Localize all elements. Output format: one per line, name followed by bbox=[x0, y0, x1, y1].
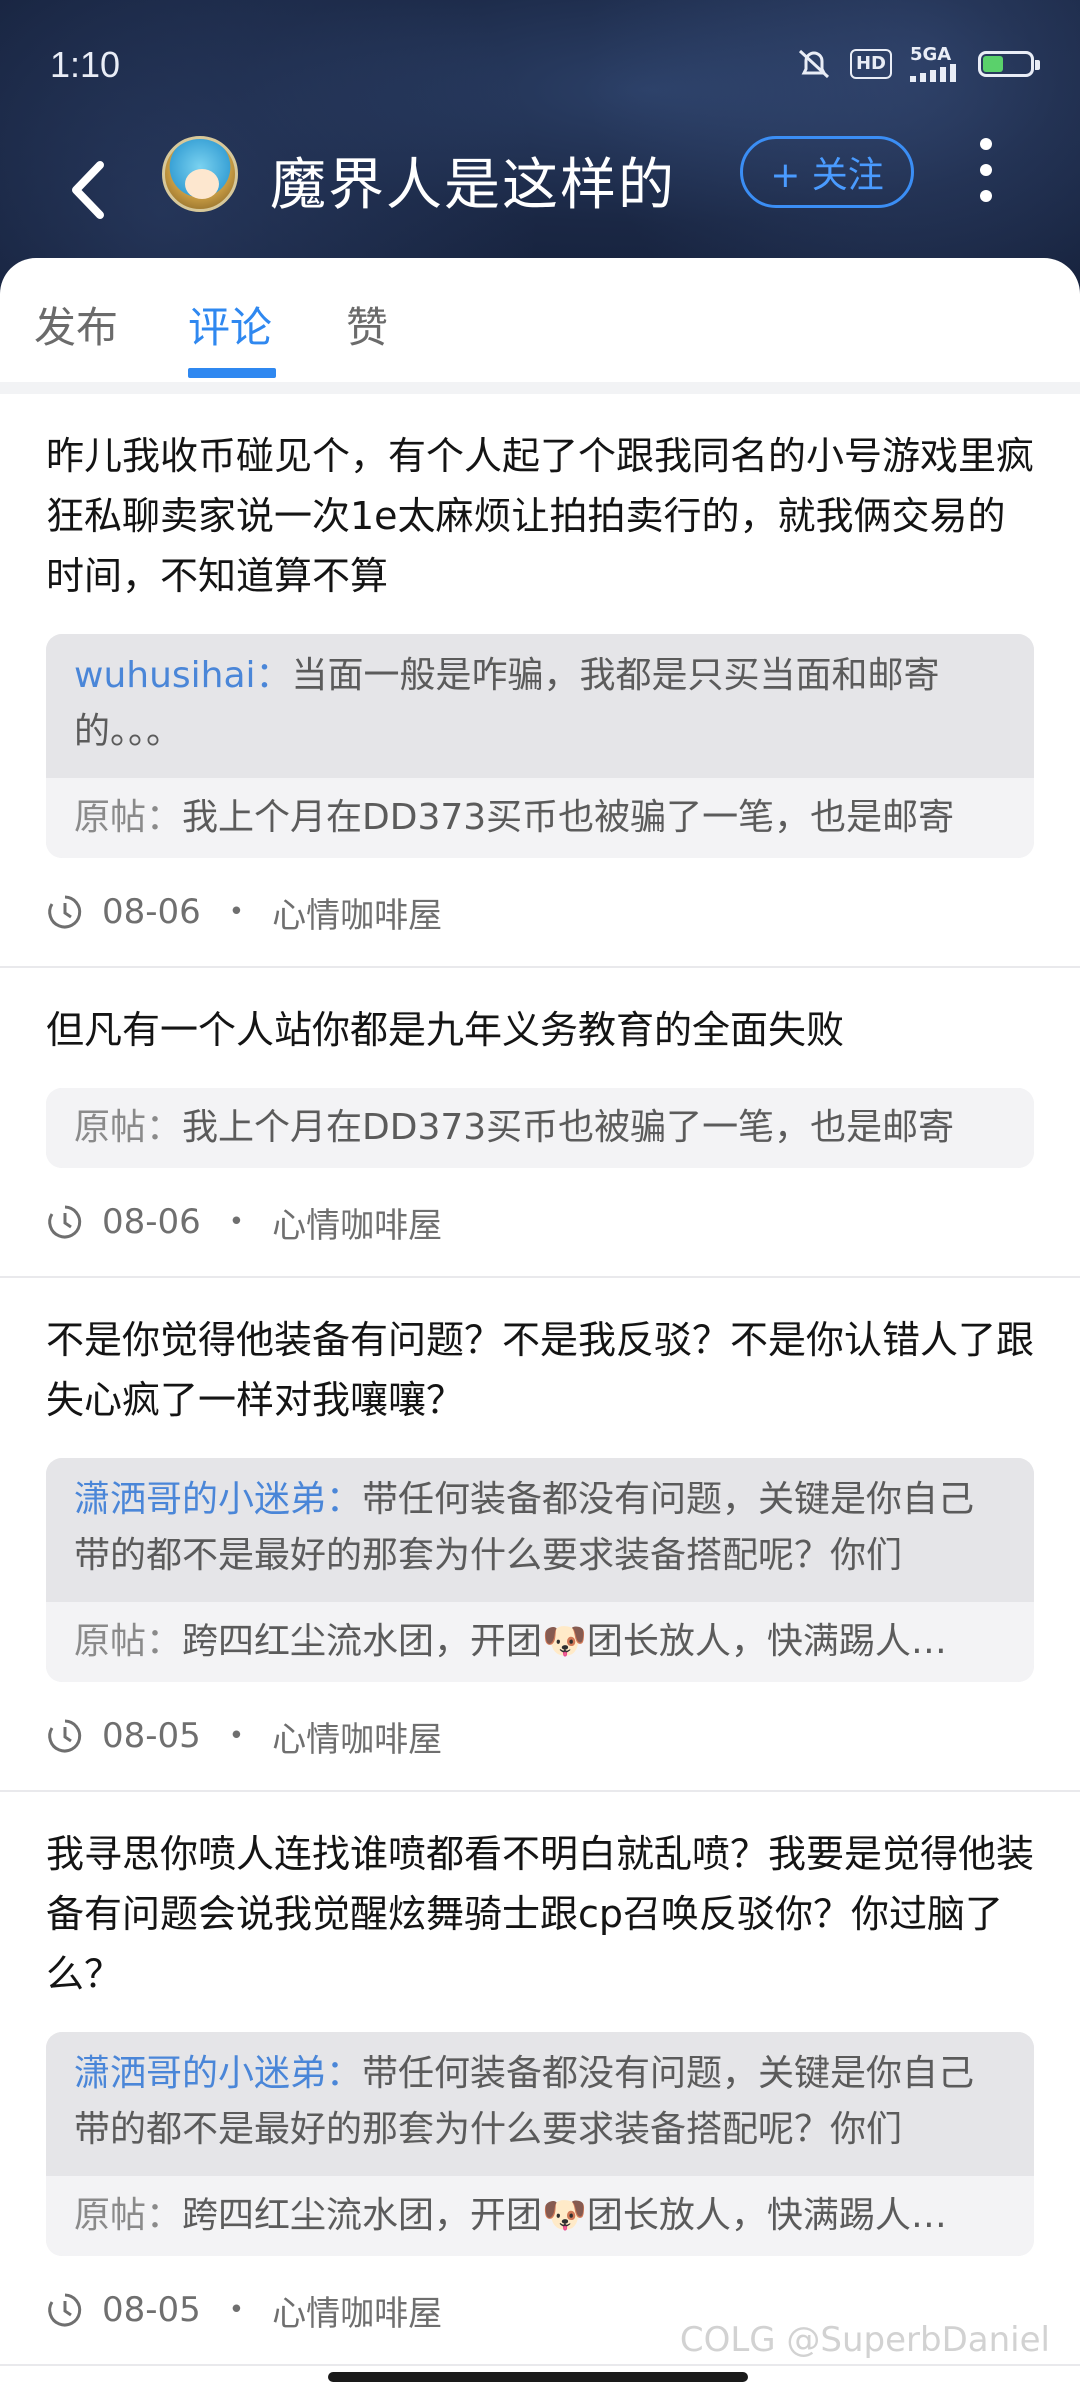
comment-text: 我寻思你喷人连找谁喷都看不明白就乱喷？我要是觉得他装备有问题会说我觉醒炫舞骑士跟… bbox=[46, 1832, 1035, 1996]
hd-badge: HD bbox=[849, 49, 892, 79]
comment-item[interactable]: 我寻思你喷人连找谁喷都看不明白就乱喷？我要是觉得他装备有问题会说我觉醒炫舞骑士跟… bbox=[0, 1792, 1080, 2366]
original-post-label: 原帖： bbox=[74, 1107, 183, 1148]
clock-icon bbox=[48, 1205, 82, 1239]
mute-icon bbox=[796, 47, 832, 81]
comment-date: 08-05 bbox=[102, 2290, 201, 2330]
quote-box[interactable]: 潇洒哥的小迷弟：带任何装备都没有问题，关键是你自己带的都不是最好的那套为什么要求… bbox=[46, 2032, 1034, 2256]
network-label: 5GA bbox=[910, 44, 952, 65]
original-post-text: 我上个月在DD373买币也被骗了一笔，也是邮寄 bbox=[182, 797, 955, 838]
original-post-snippet[interactable]: 原帖：跨四红尘流水团，开团🐶团长放人，快满踢人… bbox=[46, 1602, 1034, 1682]
reply-snippet: wuhusihai：当面一般是咋骗，我都是只买当面和邮寄的。。。 bbox=[46, 634, 1034, 778]
quote-box[interactable]: wuhusihai：当面一般是咋骗，我都是只买当面和邮寄的。。。 原帖：我上个月… bbox=[46, 634, 1034, 858]
original-post-snippet[interactable]: 原帖：跨四红尘流水团，开团🐶团长放人，快满踢人… bbox=[46, 2176, 1034, 2256]
status-time: 1:10 bbox=[50, 44, 121, 85]
board-name[interactable]: 心情咖啡屋 bbox=[272, 1198, 442, 1247]
follow-button[interactable]: + 关注 bbox=[740, 136, 914, 208]
reply-author[interactable]: 潇洒哥的小迷弟： bbox=[74, 1479, 362, 1520]
signal-icon: 5GA bbox=[910, 46, 960, 82]
comment-text: 但凡有一个人站你都是九年义务教育的全面失败 bbox=[46, 1008, 845, 1052]
tab-divider bbox=[0, 382, 1080, 394]
clock-icon bbox=[48, 2293, 82, 2327]
tab-likes[interactable]: 赞 bbox=[346, 294, 388, 355]
original-post-text: 跨四红尘流水团，开团🐶团长放人，快满踢人… bbox=[182, 1621, 947, 1662]
reply-snippet: 潇洒哥的小迷弟：带任何装备都没有问题，关键是你自己带的都不是最好的那套为什么要求… bbox=[46, 1458, 1034, 1602]
board-name[interactable]: 心情咖啡屋 bbox=[272, 2286, 442, 2335]
reply-snippet: 潇洒哥的小迷弟：带任何装备都没有问题，关键是你自己带的都不是最好的那套为什么要求… bbox=[46, 2032, 1034, 2176]
status-bar: 1:10 HD 5GA bbox=[0, 0, 1080, 120]
comment-meta: 08-05 • 心情咖啡屋 bbox=[46, 1682, 1034, 1790]
original-post-label: 原帖： bbox=[74, 797, 183, 838]
avatar[interactable] bbox=[162, 136, 238, 212]
status-icons: HD 5GA bbox=[796, 46, 1040, 82]
comment-meta: 08-06 • 心情咖啡屋 bbox=[46, 858, 1034, 966]
original-post-label: 原帖： bbox=[74, 2195, 183, 2236]
separator-dot: • bbox=[228, 1721, 245, 1751]
comment-item[interactable]: 昨儿我收币碰见个，有个人起了个跟我同名的小号游戏里疯狂私聊卖家说一次1e太麻烦让… bbox=[0, 394, 1080, 968]
original-post-text: 跨四红尘流水团，开团🐶团长放人，快满踢人… bbox=[182, 2195, 947, 2236]
comment-item[interactable]: 不是你觉得他装备有问题？不是我反驳？不是你认错人了跟失心疯了一样对我嚷嚷？ 潇洒… bbox=[0, 1278, 1080, 1792]
reply-author[interactable]: 潇洒哥的小迷弟： bbox=[74, 2053, 362, 2094]
board-name[interactable]: 心情咖啡屋 bbox=[272, 1712, 442, 1761]
comment-feed: 昨儿我收币碰见个，有个人起了个跟我同名的小号游戏里疯狂私聊卖家说一次1e太麻烦让… bbox=[0, 394, 1080, 2366]
original-post-label: 原帖： bbox=[74, 1621, 183, 1662]
original-post-text: 我上个月在DD373买币也被骗了一笔，也是邮寄 bbox=[182, 1107, 955, 1148]
quote-box[interactable]: 潇洒哥的小迷弟：带任何装备都没有问题，关键是你自己带的都不是最好的那套为什么要求… bbox=[46, 1458, 1034, 1682]
top-nav: 魔界人是这样的 + 关注 bbox=[0, 120, 1080, 260]
back-arrow-icon bbox=[72, 161, 104, 219]
comment-text: 不是你觉得他装备有问题？不是我反驳？不是你认错人了跟失心疯了一样对我嚷嚷？ bbox=[46, 1318, 1035, 1422]
content-sheet: 发布 评论 赞 昨儿我收币碰见个，有个人起了个跟我同名的小号游戏里疯狂私聊卖家说… bbox=[0, 258, 1080, 2400]
comment-date: 08-05 bbox=[102, 1716, 201, 1756]
home-indicator[interactable] bbox=[328, 2372, 748, 2382]
tab-bar: 发布 评论 赞 bbox=[0, 258, 1080, 382]
comment-date: 08-06 bbox=[102, 892, 201, 932]
separator-dot: • bbox=[228, 1207, 245, 1237]
original-post-snippet[interactable]: 原帖：我上个月在DD373买币也被骗了一笔，也是邮寄 bbox=[46, 1088, 1034, 1168]
clock-icon bbox=[48, 895, 82, 929]
active-tab-indicator bbox=[188, 368, 276, 378]
quote-box[interactable]: 原帖：我上个月在DD373买币也被骗了一笔，也是邮寄 bbox=[46, 1088, 1034, 1168]
reply-author[interactable]: wuhusihai： bbox=[74, 655, 292, 696]
board-name[interactable]: 心情咖啡屋 bbox=[272, 888, 442, 937]
battery-icon bbox=[978, 51, 1040, 77]
clock-icon bbox=[48, 1719, 82, 1753]
page-title: 魔界人是这样的 bbox=[270, 153, 676, 218]
tab-publish[interactable]: 发布 bbox=[34, 294, 118, 355]
watermark: COLG @SuperbDaniel bbox=[679, 2320, 1050, 2360]
more-options-button[interactable] bbox=[966, 138, 1006, 210]
original-post-snippet[interactable]: 原帖：我上个月在DD373买币也被骗了一笔，也是邮寄 bbox=[46, 778, 1034, 858]
tab-comments[interactable]: 评论 bbox=[188, 294, 272, 355]
back-button[interactable] bbox=[60, 145, 120, 235]
comment-date: 08-06 bbox=[102, 1202, 201, 1242]
comment-text: 昨儿我收币碰见个，有个人起了个跟我同名的小号游戏里疯狂私聊卖家说一次1e太麻烦让… bbox=[46, 434, 1035, 598]
comment-meta: 08-06 • 心情咖啡屋 bbox=[46, 1168, 1034, 1276]
separator-dot: • bbox=[228, 897, 245, 927]
comment-item[interactable]: 但凡有一个人站你都是九年义务教育的全面失败 原帖：我上个月在DD373买币也被骗… bbox=[0, 968, 1080, 1278]
separator-dot: • bbox=[228, 2295, 245, 2325]
